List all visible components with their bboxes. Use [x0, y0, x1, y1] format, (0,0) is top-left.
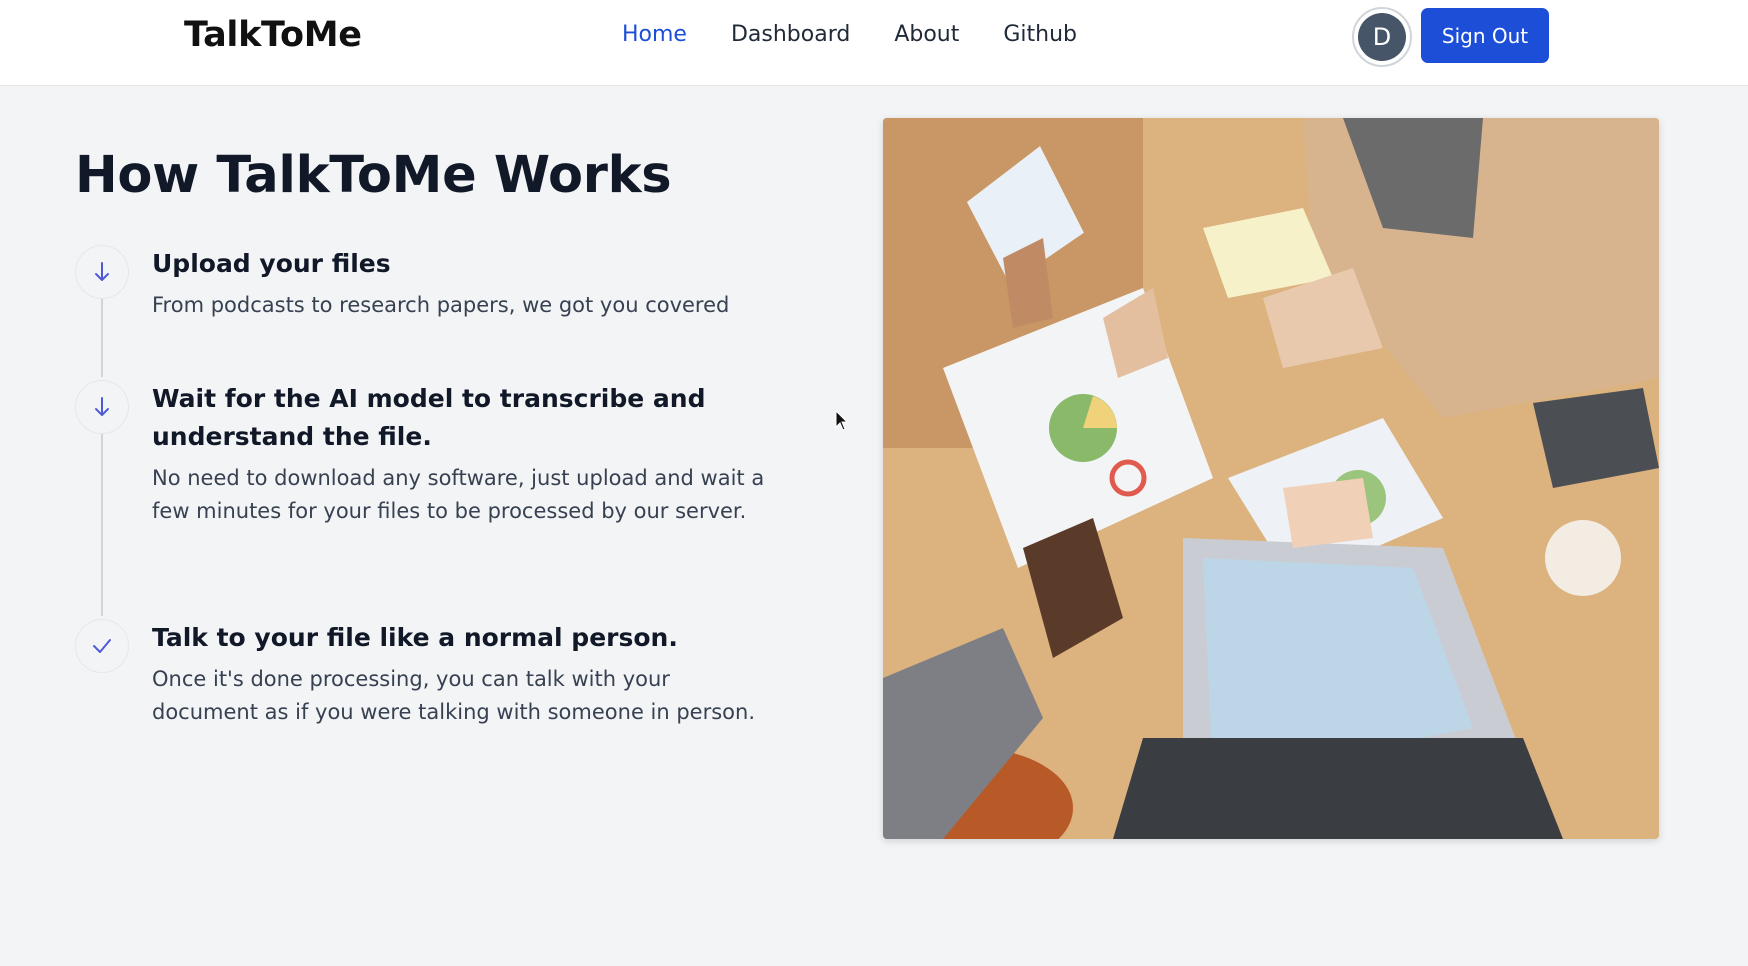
steps-list: Upload your files From podcasts to resea…: [75, 242, 775, 729]
step-description: No need to download any software, just u…: [152, 466, 765, 523]
step-item: Talk to your file like a normal person. …: [75, 619, 775, 729]
step-connector-line: [101, 434, 103, 616]
step-connector-line: [101, 299, 103, 377]
site-logo[interactable]: TalkToMe: [184, 15, 362, 55]
nav-link-dashboard[interactable]: Dashboard: [731, 22, 850, 47]
step-description: Once it's done processing, you can talk …: [152, 667, 756, 724]
nav-link-home[interactable]: Home: [622, 22, 687, 47]
user-avatar-button[interactable]: D: [1352, 7, 1412, 67]
step-title: Wait for the AI model to transcribe and …: [152, 384, 706, 451]
step-title: Talk to your file like a normal person.: [152, 623, 678, 652]
nav-link-about[interactable]: About: [894, 22, 959, 47]
arrow-down-icon: [75, 245, 129, 299]
check-icon: [75, 619, 129, 673]
top-navbar: TalkToMe Home Dashboard About Github D S…: [0, 0, 1748, 86]
page-title: How TalkToMe Works: [75, 146, 672, 205]
step-description: From podcasts to research papers, we got…: [152, 293, 730, 317]
main-nav: Home Dashboard About Github: [622, 22, 1077, 47]
avatar: D: [1358, 13, 1406, 61]
step-item: Wait for the AI model to transcribe and …: [75, 380, 775, 616]
sign-out-button[interactable]: Sign Out: [1421, 8, 1549, 63]
step-item: Upload your files From podcasts to resea…: [75, 245, 775, 377]
mouse-cursor-icon: [835, 410, 849, 431]
step-title: Upload your files: [152, 249, 391, 278]
arrow-down-icon: [75, 380, 129, 434]
nav-link-github[interactable]: Github: [1003, 22, 1077, 47]
hero-image: [883, 118, 1659, 839]
